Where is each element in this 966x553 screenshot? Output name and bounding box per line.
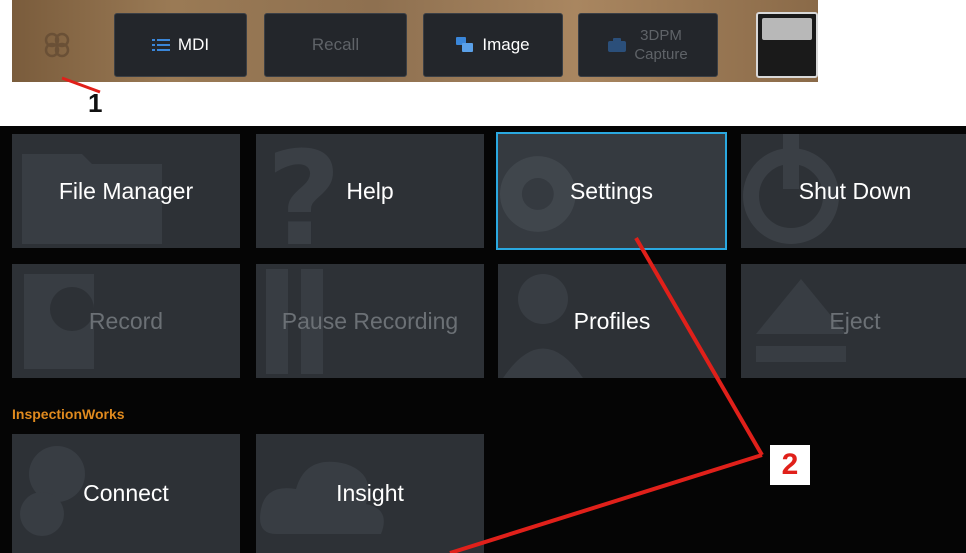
toggle-knob <box>762 18 812 40</box>
file-manager-tile[interactable]: File Manager <box>12 134 240 248</box>
mdi-label: MDI <box>177 35 210 54</box>
panel-toggle[interactable] <box>756 12 818 78</box>
shut-down-tile[interactable]: Shut Down <box>741 134 966 248</box>
image-label: Image <box>482 35 530 54</box>
top-toolbar: MDI Recall Image 3DPM Capture <box>12 0 818 82</box>
connect-label: Connect <box>83 480 169 506</box>
record-label: Record <box>88 307 164 334</box>
image-button[interactable]: Image <box>423 13 563 77</box>
callout-2-label: 2 <box>770 445 810 485</box>
eject-tile[interactable]: Eject <box>741 264 966 378</box>
mdi-button[interactable]: MDI <box>114 13 247 77</box>
recall-label: Recall <box>311 35 360 54</box>
connect-tile[interactable]: Connect <box>12 434 240 553</box>
camera-icon <box>608 38 627 52</box>
file-manager-label: File Manager <box>58 177 194 204</box>
main-menu-panel: File Manager ? Help Settings Shut Down R… <box>0 126 966 553</box>
help-tile[interactable]: ? Help <box>256 134 484 248</box>
list-icon <box>151 38 170 52</box>
profiles-tile[interactable]: Profiles <box>498 264 726 378</box>
pause-recording-tile[interactable]: Pause Recording <box>256 264 484 378</box>
capture-line-2: Capture <box>634 46 688 63</box>
eject-label: Eject <box>829 307 881 334</box>
pause-recording-label: Pause Recording <box>281 307 459 334</box>
record-tile[interactable]: Record <box>12 264 240 378</box>
recall-button[interactable]: Recall <box>264 13 407 77</box>
help-label: Help <box>346 177 394 204</box>
inspectionworks-section-label: InspectionWorks <box>12 406 125 422</box>
insight-label: Insight <box>336 480 404 506</box>
shut-down-label: Shut Down <box>798 177 912 204</box>
3dpm-capture-button[interactable]: 3DPM Capture <box>578 13 718 77</box>
capture-label: 3DPM Capture <box>634 26 687 64</box>
callout-1-label: 1 <box>88 88 103 118</box>
settings-label: Settings <box>569 177 654 204</box>
profiles-label: Profiles <box>573 307 651 334</box>
image-stack-icon <box>456 37 474 53</box>
svg-text:?: ? <box>266 134 341 248</box>
insight-tile[interactable]: Insight <box>256 434 484 553</box>
capture-line-1: 3DPM <box>640 27 682 44</box>
menu-flower-icon[interactable] <box>42 30 72 60</box>
settings-tile[interactable]: Settings <box>496 132 727 250</box>
